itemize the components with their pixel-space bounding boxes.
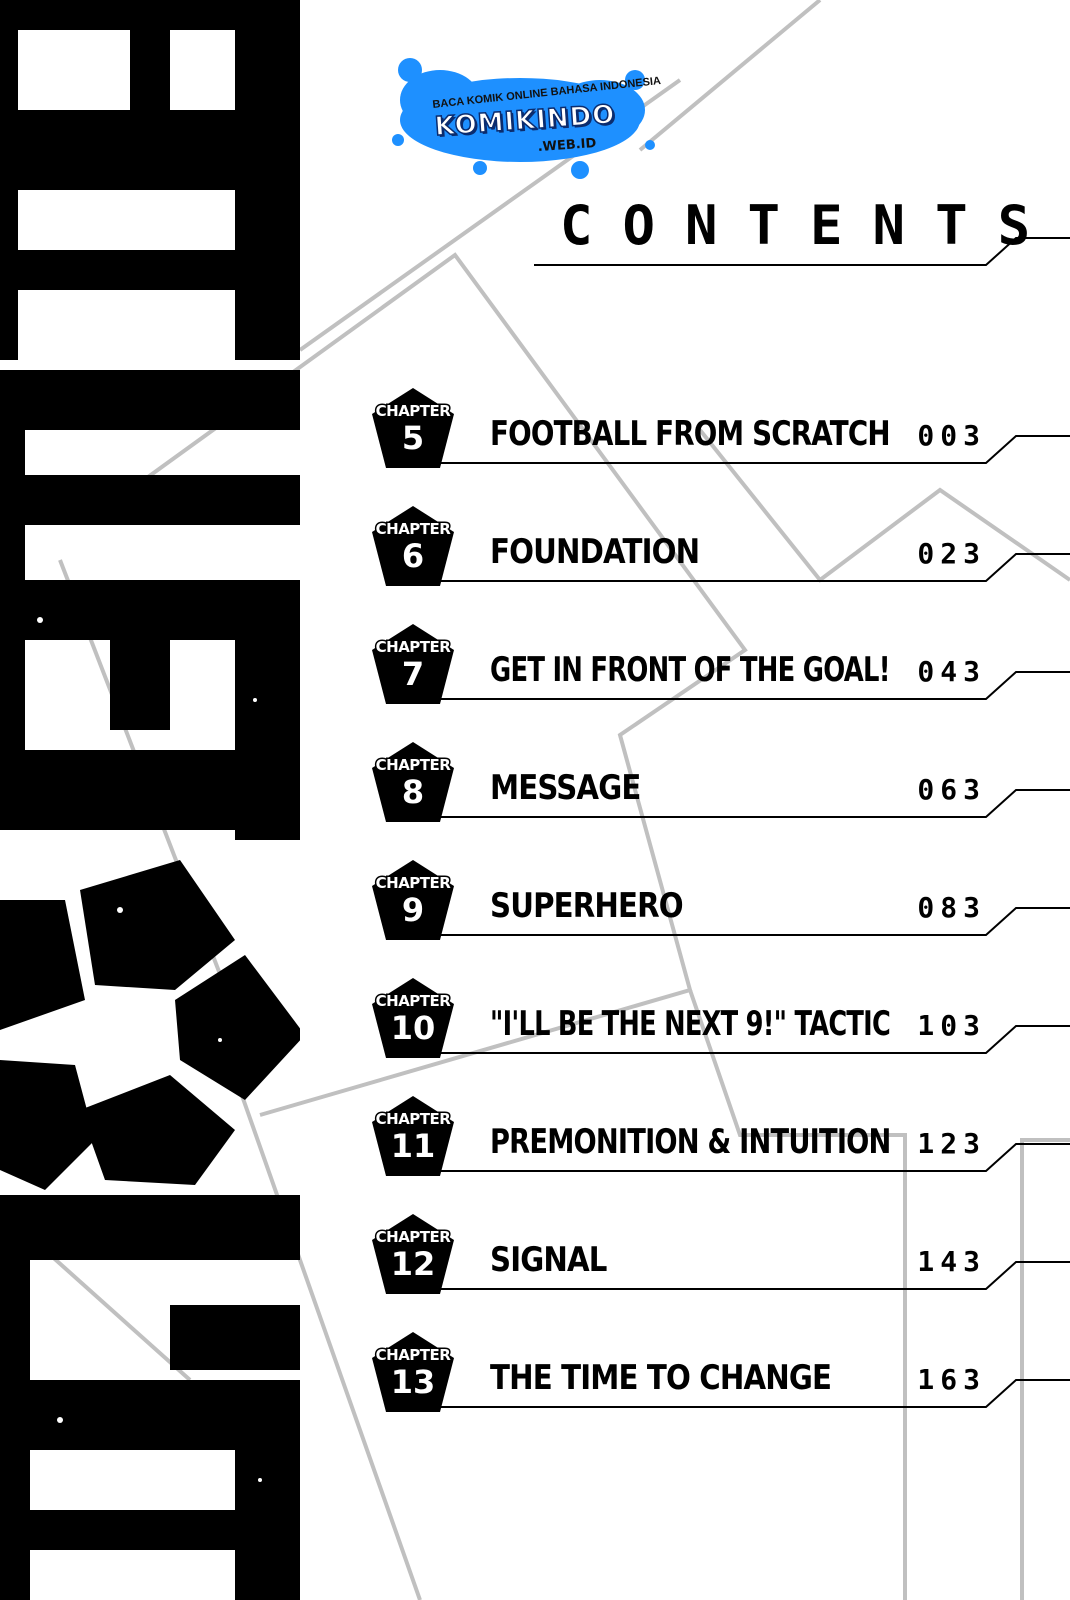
watermark-logo: BACA KOMIK ONLINE BAHASA INDONESIA KOMIK… (380, 40, 670, 190)
chapter-row[interactable]: CHAPTER 11 PREMONITION & INTUITION 123 (370, 1096, 1070, 1186)
row-underline (436, 1261, 1070, 1290)
chapter-row[interactable]: CHAPTER 5 FOOTBALL FROM SCRATCH 003 (370, 388, 1070, 478)
chapter-row[interactable]: CHAPTER 7 GET IN FRONT OF THE GOAL! 043 (370, 624, 1070, 714)
row-underline (436, 789, 1070, 818)
row-underline (436, 907, 1070, 936)
chapter-row[interactable]: CHAPTER 6 FOUNDATION 023 (370, 506, 1070, 596)
row-underline (436, 1143, 1070, 1172)
row-underline (436, 1025, 1070, 1054)
contents-page: BACA KOMIK ONLINE BAHASA INDONESIA KOMIK… (0, 0, 1070, 1600)
chapter-row[interactable]: CHAPTER 10 "I'LL BE THE NEXT 9!" TACTIC … (370, 978, 1070, 1068)
chapter-row[interactable]: CHAPTER 12 SIGNAL 143 (370, 1214, 1070, 1304)
heading-underline (534, 237, 1070, 266)
row-underline (436, 1379, 1070, 1408)
row-underline (436, 553, 1070, 582)
chapter-row[interactable]: CHAPTER 13 THE TIME TO CHANGE 163 (370, 1332, 1070, 1422)
chapter-row[interactable]: CHAPTER 8 MESSAGE 063 (370, 742, 1070, 832)
chapter-row[interactable]: CHAPTER 9 SUPERHERO 083 (370, 860, 1070, 950)
row-underline (436, 435, 1070, 464)
row-underline (436, 671, 1070, 700)
vertical-title-art (0, 0, 300, 1600)
